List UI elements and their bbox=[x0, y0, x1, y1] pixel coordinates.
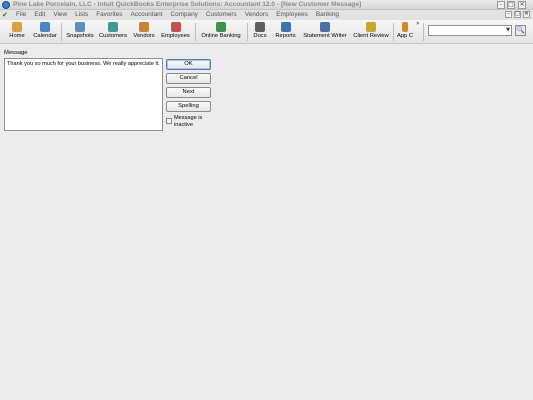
toolbar-separator bbox=[247, 23, 248, 41]
icon-bar: Home Calendar Snapshots Customers Vendor… bbox=[0, 20, 533, 44]
menu-company[interactable]: Company bbox=[170, 10, 197, 20]
toolbar-docs-button[interactable]: Docs bbox=[250, 21, 270, 43]
window-title: Pine Lake Porcelain, LLC - Intuit QuickB… bbox=[13, 1, 362, 8]
toolbar-separator bbox=[393, 23, 394, 41]
minimize-window-button[interactable]: – bbox=[497, 1, 505, 9]
client-review-icon bbox=[366, 22, 376, 32]
restore-document-button[interactable]: □ bbox=[514, 11, 521, 18]
snapshots-icon bbox=[75, 22, 85, 32]
close-document-button[interactable]: ✕ bbox=[523, 11, 530, 18]
toolbar-separator bbox=[61, 23, 62, 41]
search-icon: 🔍 bbox=[516, 26, 525, 34]
toolbar-client-review-button[interactable]: Client Review bbox=[351, 21, 391, 43]
reports-icon bbox=[280, 22, 291, 32]
message-inactive-checkbox[interactable] bbox=[166, 118, 172, 124]
restore-window-button[interactable]: □ bbox=[507, 1, 515, 9]
toolbar-home-button[interactable]: Home bbox=[6, 21, 28, 43]
message-label: Message bbox=[4, 50, 28, 56]
minimize-document-button[interactable]: – bbox=[505, 11, 512, 18]
menu-edit[interactable]: Edit bbox=[34, 10, 45, 20]
menu-lists[interactable]: Lists bbox=[75, 10, 88, 20]
ok-button[interactable]: OK bbox=[166, 59, 211, 70]
message-textarea[interactable]: Thank you so much for your business. We … bbox=[4, 58, 163, 131]
toolbar-separator bbox=[423, 23, 424, 41]
menu-customers[interactable]: Customers bbox=[206, 10, 237, 20]
online-banking-icon bbox=[216, 22, 226, 32]
menu-accountant[interactable]: Accountant bbox=[131, 10, 163, 20]
quickbooks-menu-icon[interactable]: ✔ bbox=[2, 11, 12, 19]
vendors-icon bbox=[139, 22, 149, 32]
spelling-button[interactable]: Spelling bbox=[166, 101, 211, 112]
toolbar-online-banking-button[interactable]: Online Banking bbox=[198, 21, 244, 43]
app-center-icon bbox=[402, 22, 408, 32]
toolbar-overflow-chevron-icon[interactable]: » bbox=[416, 20, 420, 27]
chevron-down-icon[interactable]: ▼ bbox=[506, 27, 510, 33]
menu-favorites[interactable]: Favorites bbox=[96, 10, 122, 20]
quickbooks-app-icon bbox=[2, 1, 10, 9]
home-icon bbox=[12, 22, 22, 32]
menu-employees[interactable]: Employees bbox=[276, 10, 308, 20]
menu-banking[interactable]: Banking bbox=[316, 10, 339, 20]
toolbar-app-center-button[interactable]: App C bbox=[396, 21, 414, 43]
menu-bar: ✔ File Edit View Lists Favorites Account… bbox=[0, 10, 533, 20]
toolbar-separator bbox=[195, 23, 196, 41]
toolbar-customers-button[interactable]: Customers bbox=[97, 21, 129, 43]
docs-icon bbox=[255, 22, 265, 32]
menu-view[interactable]: View bbox=[53, 10, 67, 20]
toolbar-snapshots-button[interactable]: Snapshots bbox=[64, 21, 96, 43]
customers-icon bbox=[108, 22, 118, 32]
title-bar: Pine Lake Porcelain, LLC - Intuit QuickB… bbox=[0, 0, 533, 10]
next-button[interactable]: Next bbox=[166, 87, 211, 98]
toolbar-vendors-button[interactable]: Vendors bbox=[130, 21, 158, 43]
message-inactive-label: Message is inactive bbox=[174, 115, 203, 128]
cancel-button[interactable]: Cancel bbox=[166, 73, 211, 84]
toolbar-employees-button[interactable]: Employees bbox=[159, 21, 192, 43]
close-window-button[interactable]: ✕ bbox=[518, 1, 526, 9]
toolbar-reports-button[interactable]: Reports bbox=[272, 21, 299, 43]
search-company-input[interactable]: ▼ bbox=[428, 25, 512, 36]
search-button[interactable]: 🔍 bbox=[515, 25, 526, 36]
toolbar-calendar-button[interactable]: Calendar bbox=[30, 21, 60, 43]
menu-file[interactable]: File bbox=[16, 10, 26, 20]
statement-writer-icon bbox=[320, 22, 330, 32]
employees-icon bbox=[170, 22, 181, 32]
menu-vendors[interactable]: Vendors bbox=[245, 10, 268, 20]
toolbar-statement-writer-button[interactable]: Statement Writer bbox=[300, 21, 350, 43]
calendar-icon bbox=[40, 22, 50, 32]
